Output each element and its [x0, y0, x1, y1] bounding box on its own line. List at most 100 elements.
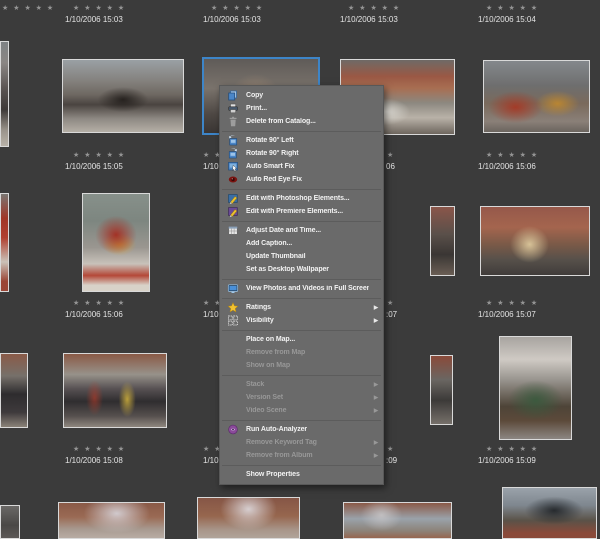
menu-item-show-on-map[interactable]: Show on Map: [220, 359, 383, 372]
menu-item-rotate-90-right[interactable]: Rotate 90° Right: [220, 147, 383, 160]
menu-item-label: Place on Map...: [246, 336, 369, 343]
photo-thumbnail[interactable]: [82, 193, 150, 292]
menu-item-adjust-date-and-time[interactable]: Adjust Date and Time...: [220, 224, 383, 237]
icon-spacer: [227, 251, 239, 262]
photo-thumbnail[interactable]: [499, 336, 572, 440]
menu-item-label: View Photos and Videos in Full Screen: [246, 285, 369, 292]
menu-item-label: Ratings: [246, 304, 369, 311]
menu-item-video-scene[interactable]: Video Scene▶: [220, 404, 383, 417]
star-rating[interactable]: ★ ★ ★ ★ ★: [486, 151, 539, 160]
menu-item-remove-from-album[interactable]: Remove from Album▶: [220, 449, 383, 462]
star-rating[interactable]: ★: [387, 299, 395, 308]
menu-item-label: Auto Smart Fix: [246, 163, 369, 170]
date-time-icon: [227, 225, 239, 236]
menu-separator: [222, 279, 381, 280]
photo-thumbnail[interactable]: [483, 60, 590, 133]
smart-fix-icon: [227, 161, 239, 172]
photo-thumbnail[interactable]: [430, 355, 453, 425]
star-rating[interactable]: ★ ★ ★ ★ ★: [73, 299, 126, 308]
menu-item-edit-with-photoshop-elements[interactable]: Edit with Photoshop Elements...: [220, 192, 383, 205]
photo-thumbnail[interactable]: [0, 353, 28, 428]
icon-spacer: [227, 379, 239, 390]
photo-date: 1/10/2006 15:06: [65, 310, 123, 320]
menu-item-label: Remove from Album: [246, 452, 369, 459]
menu-item-remove-keyword-tag[interactable]: Remove Keyword Tag▶: [220, 436, 383, 449]
photo-thumbnail[interactable]: [0, 505, 20, 539]
menu-separator: [222, 420, 381, 421]
photo-date-fragment: :07: [386, 310, 397, 320]
photo-date: 1/10/2006 15:03: [203, 15, 261, 25]
menu-item-copy[interactable]: Copy: [220, 89, 383, 102]
menu-item-rotate-90-left[interactable]: Rotate 90° Left: [220, 134, 383, 147]
star-rating[interactable]: ★ ★ ★ ★ ★: [348, 4, 401, 13]
ratings-icon: [227, 302, 239, 313]
trash-icon: [227, 116, 239, 127]
printer-icon: [227, 103, 239, 114]
photo-thumbnail[interactable]: [502, 487, 597, 539]
menu-separator: [222, 189, 381, 190]
menu-item-add-caption[interactable]: Add Caption...: [220, 237, 383, 250]
photo-thumbnail[interactable]: [62, 59, 184, 133]
photo-date-fragment: :09: [386, 456, 397, 466]
photo-thumbnail[interactable]: [197, 497, 300, 539]
photo-date: 1/10/2006 15:05: [65, 162, 123, 172]
menu-item-auto-red-eye-fix[interactable]: Auto Red Eye Fix: [220, 173, 383, 186]
menu-item-label: Rotate 90° Right: [246, 150, 369, 157]
photo-date: 1/10/2006 15:06: [478, 162, 536, 172]
fullscreen-icon: [227, 283, 239, 294]
photo-thumbnail[interactable]: [343, 502, 452, 539]
star-rating[interactable]: ★ ★: [203, 445, 219, 454]
icon-spacer: [227, 392, 239, 403]
star-rating[interactable]: ★ ★ ★ ★ ★: [73, 151, 126, 160]
star-rating[interactable]: ★ ★ ★ ★ ★: [486, 445, 539, 454]
menu-item-place-on-map[interactable]: Place on Map...: [220, 333, 383, 346]
edit-photoshop-icon: [227, 193, 239, 204]
menu-item-label: Auto Red Eye Fix: [246, 176, 369, 183]
menu-item-visibility[interactable]: Visibility▶: [220, 314, 383, 327]
photo-thumbnail[interactable]: [58, 502, 165, 539]
star-rating[interactable]: ★ ★: [203, 299, 219, 308]
icon-spacer: [227, 347, 239, 358]
photo-thumbnail[interactable]: [0, 193, 9, 292]
photo-date: 1/10/2006 15:03: [65, 15, 123, 25]
star-rating[interactable]: ★: [387, 151, 395, 160]
menu-item-update-thumbnail[interactable]: Update Thumbnail: [220, 250, 383, 263]
menu-item-version-set[interactable]: Version Set▶: [220, 391, 383, 404]
star-rating[interactable]: ★ ★ ★ ★ ★: [486, 299, 539, 308]
star-rating[interactable]: ★: [387, 445, 395, 454]
rotate-right-icon: [227, 148, 239, 159]
menu-item-delete-from-catalog[interactable]: Delete from Catalog...: [220, 115, 383, 128]
photo-thumbnail[interactable]: [63, 353, 167, 428]
photo-thumbnail[interactable]: [0, 41, 9, 147]
menu-item-label: Show Properties: [246, 471, 369, 478]
menu-item-label: Visibility: [246, 317, 369, 324]
menu-item-label: Remove Keyword Tag: [246, 439, 369, 446]
menu-item-auto-smart-fix[interactable]: Auto Smart Fix: [220, 160, 383, 173]
organizer-media-browser: { "app": { "name": "Photo Organizer medi…: [0, 0, 600, 539]
star-rating[interactable]: ★ ★: [203, 151, 219, 160]
menu-item-run-auto-analyzer[interactable]: Run Auto-Analyzer: [220, 423, 383, 436]
menu-item-label: Edit with Photoshop Elements...: [246, 195, 369, 202]
menu-item-ratings[interactable]: Ratings▶: [220, 301, 383, 314]
photo-thumbnail[interactable]: [480, 206, 590, 276]
star-rating[interactable]: ★ ★ ★ ★ ★: [73, 445, 126, 454]
rotate-left-icon: [227, 135, 239, 146]
photo-thumbnail[interactable]: [430, 206, 455, 276]
submenu-arrow-icon: ▶: [369, 408, 378, 414]
menu-item-view-full-screen[interactable]: View Photos and Videos in Full Screen: [220, 282, 383, 295]
menu-item-label: Update Thumbnail: [246, 253, 369, 260]
menu-item-edit-with-premiere-elements[interactable]: Edit with Premiere Elements...: [220, 205, 383, 218]
icon-spacer: [227, 469, 239, 480]
menu-item-label: Rotate 90° Left: [246, 137, 369, 144]
star-rating[interactable]: ★ ★ ★ ★ ★: [2, 4, 55, 13]
menu-item-show-properties[interactable]: Show Properties: [220, 468, 383, 481]
star-rating[interactable]: ★ ★ ★ ★ ★: [211, 4, 264, 13]
star-rating[interactable]: ★ ★ ★ ★ ★: [73, 4, 126, 13]
menu-item-set-as-desktop-wallpaper[interactable]: Set as Desktop Wallpaper: [220, 263, 383, 276]
star-rating[interactable]: ★ ★ ★ ★ ★: [486, 4, 539, 13]
photo-date-fragment: 1/10: [203, 456, 219, 466]
menu-item-label: Remove from Map: [246, 349, 369, 356]
menu-item-print[interactable]: Print...: [220, 102, 383, 115]
menu-item-stack[interactable]: Stack▶: [220, 378, 383, 391]
menu-item-remove-from-map[interactable]: Remove from Map: [220, 346, 383, 359]
